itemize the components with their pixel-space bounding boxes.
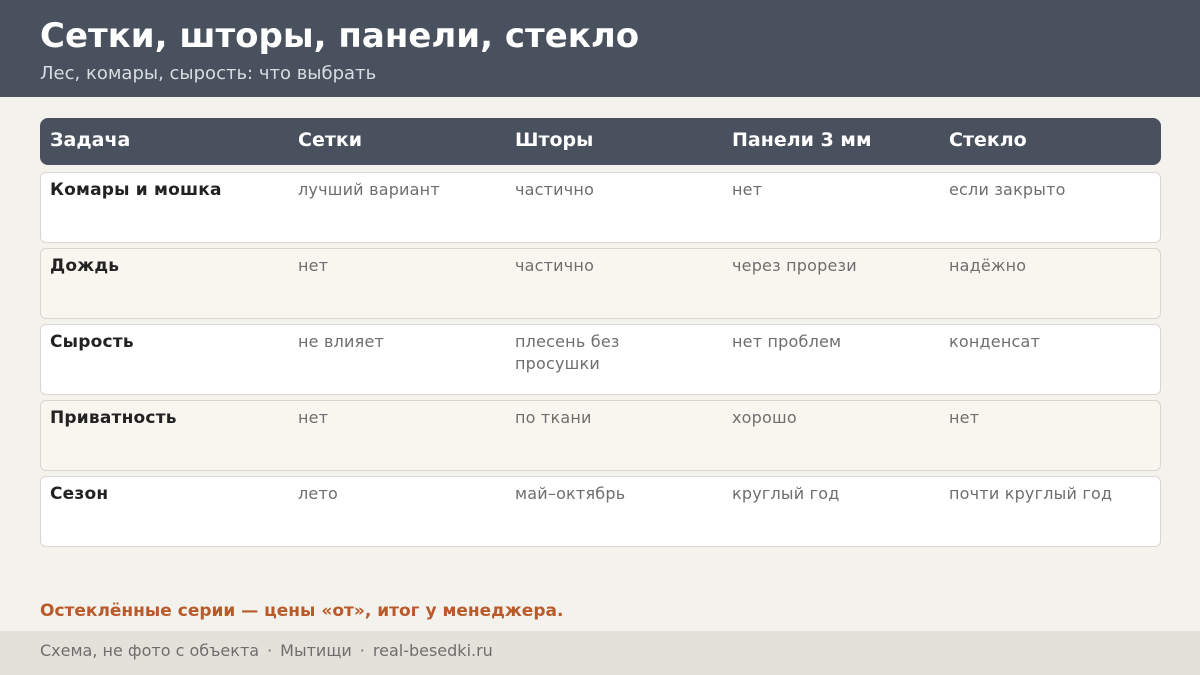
- cell-curtains: частично: [515, 180, 595, 199]
- row-task: Сезон: [50, 484, 109, 504]
- footer-separator: ·: [267, 641, 273, 660]
- cell-panels: нет: [732, 180, 763, 199]
- table-row: Комары и мошка лучший вариант частично н…: [40, 172, 1161, 243]
- cell-panels: круглый год: [732, 484, 840, 503]
- column-header-glass: Стекло: [949, 129, 1027, 151]
- cell-glass: надёжно: [949, 256, 1027, 275]
- table-row: Сезон лето май–октябрь круглый год почти…: [40, 476, 1161, 547]
- cell-glass: если закрыто: [949, 180, 1066, 199]
- cell-panels: через прорези: [732, 256, 857, 275]
- cell-panels: нет проблем: [732, 332, 842, 351]
- table-row: Сырость не влияет плесень без просушки н…: [40, 324, 1161, 395]
- page-subtitle: Лес, комары, сырость: что выбрать: [40, 63, 377, 84]
- column-header-task: Задача: [50, 129, 131, 151]
- row-task: Сырость: [50, 332, 134, 352]
- cell-curtains: частично: [515, 256, 595, 275]
- footer-city: Мытищи: [280, 641, 352, 660]
- page-header: Сетки, шторы, панели, стекло Лес, комары…: [0, 0, 1200, 97]
- table-row: Дождь нет частично через прорези надёжно: [40, 248, 1161, 319]
- row-task: Комары и мошка: [50, 180, 222, 200]
- cell-glass: конденсат: [949, 332, 1041, 351]
- page-title: Сетки, шторы, панели, стекло: [40, 16, 640, 56]
- cell-curtains: по ткани: [515, 408, 592, 427]
- row-task: Приватность: [50, 408, 177, 428]
- table-row: Приватность нет по ткани хорошо нет: [40, 400, 1161, 471]
- column-header-curtains: Шторы: [515, 129, 594, 151]
- price-note: Остеклённые серии — цены «от», итог у ме…: [40, 601, 564, 621]
- footer-site-link[interactable]: real-besedki.ru: [373, 641, 493, 660]
- cell-nets: не влияет: [298, 332, 385, 351]
- cell-glass: нет: [949, 408, 980, 427]
- cell-nets: лето: [298, 484, 338, 503]
- row-task: Дождь: [50, 256, 120, 276]
- cell-curtains: май–октябрь: [515, 484, 626, 503]
- table-header: Задача Сетки Шторы Панели 3 мм Стекло: [40, 118, 1161, 165]
- cell-nets: лучший вариант: [298, 180, 440, 199]
- cell-curtains: плесень без просушки: [515, 332, 620, 373]
- column-header-nets: Сетки: [298, 129, 363, 151]
- cell-glass: почти круглый год: [949, 484, 1113, 503]
- column-header-panels: Панели 3 мм: [732, 129, 872, 151]
- cell-nets: нет: [298, 256, 329, 275]
- footer: Схема, не фото с объекта · Мытищи · real-bes…: [0, 631, 1200, 675]
- cell-panels: хорошо: [732, 408, 797, 427]
- footer-separator: ·: [359, 641, 365, 660]
- footer-disclaimer: Схема, не фото с объекта: [40, 641, 260, 660]
- cell-nets: нет: [298, 408, 329, 427]
